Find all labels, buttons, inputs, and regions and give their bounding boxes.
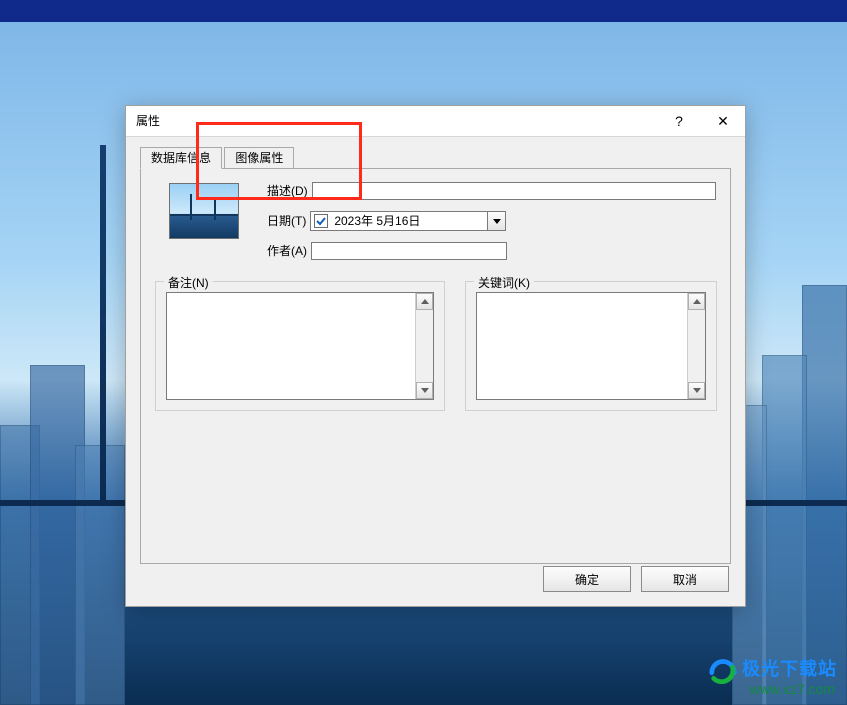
ok-button-label: 确定 [575,571,599,588]
tab-panel: 描述(D) 日期(T) 2023年 5月16日 [140,168,731,564]
cancel-button-label: 取消 [673,571,697,588]
chevron-down-icon [421,388,429,393]
desktop-background: 极光下载站 www.xz7.com 属性 ? ✕ 数据库信息 [0,0,847,705]
date-value: 2023年 5月16日 [332,211,487,231]
check-icon [316,216,326,226]
description-input[interactable] [312,182,716,200]
scroll-down-button[interactable] [688,382,705,399]
notes-groupbox: 备注(N) [155,281,445,411]
tab-strip: 数据库信息 图像属性 [140,146,731,168]
dialog-button-row: 确定 取消 [543,566,729,592]
author-label: 作者(A) [267,241,307,261]
scroll-up-button[interactable] [416,293,433,310]
ok-button[interactable]: 确定 [543,566,631,592]
date-checkbox[interactable] [314,214,328,228]
tab-label: 数据库信息 [151,151,211,165]
chevron-up-icon [693,299,701,304]
notes-scrollbar[interactable] [415,293,433,399]
date-label: 日期(T) [267,211,306,231]
help-icon: ? [675,106,683,136]
notes-textarea[interactable] [167,293,415,399]
chevron-down-icon [493,219,501,224]
description-label: 描述(D) [267,181,308,201]
date-dropdown-button[interactable] [487,212,505,230]
keywords-textarea[interactable] [477,293,687,399]
close-button[interactable]: ✕ [701,106,745,136]
tab-label: 图像属性 [235,151,283,165]
tab-image-properties[interactable]: 图像属性 [224,147,294,169]
image-thumbnail [169,183,239,239]
cancel-button[interactable]: 取消 [641,566,729,592]
chevron-up-icon [421,299,429,304]
scroll-up-button[interactable] [688,293,705,310]
chevron-down-icon [693,388,701,393]
dialog-title: 属性 [136,114,160,128]
dialog-titlebar[interactable]: 属性 ? ✕ [126,106,745,137]
tab-database-info[interactable]: 数据库信息 [140,147,222,169]
keywords-groupbox: 关键词(K) [465,281,717,411]
dialog-client-area: 数据库信息 图像属性 描述(D) [126,136,745,606]
properties-dialog: 属性 ? ✕ 数据库信息 图像属性 [125,105,746,607]
notes-legend: 备注(N) [164,274,213,291]
date-picker[interactable]: 2023年 5月16日 [310,211,506,231]
bg-building [762,355,807,705]
help-button[interactable]: ? [657,106,701,136]
close-icon: ✕ [717,106,729,136]
scroll-down-button[interactable] [416,382,433,399]
keywords-legend: 关键词(K) [474,274,534,291]
bg-bridge-pylon [100,145,106,505]
keywords-scrollbar[interactable] [687,293,705,399]
bg-building [802,285,847,705]
author-input[interactable] [311,242,507,260]
